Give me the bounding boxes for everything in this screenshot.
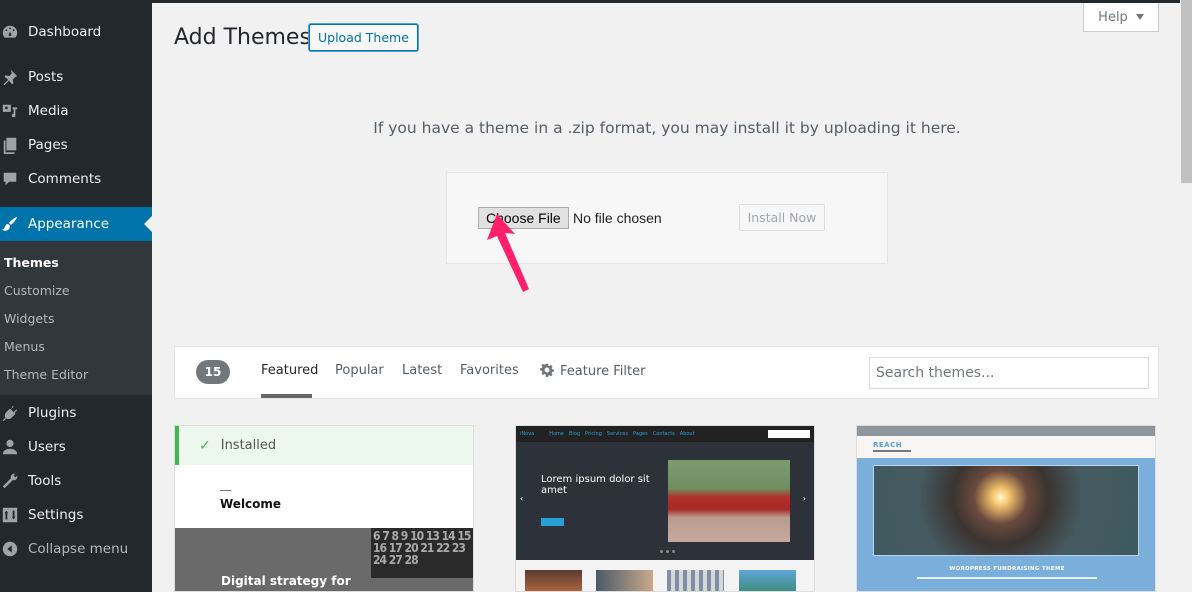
- preview-photo: [873, 465, 1139, 556]
- theme-card[interactable]: ✓ Installed Welcome 6 7 8 9 10 13 14 15 …: [174, 425, 474, 592]
- submenu-item-widgets[interactable]: Widgets: [4, 311, 55, 326]
- theme-filter-bar: 15 Featured Popular Latest Favorites Fea…: [174, 346, 1159, 399]
- upload-description: If you have a theme in a .zip format, yo…: [0, 119, 1192, 137]
- installed-notice: ✓ Installed: [175, 426, 473, 465]
- preview-nav-item: Home: [549, 431, 564, 437]
- preview-logo: REACH: [873, 441, 903, 449]
- tab-latest[interactable]: Latest: [402, 363, 442, 378]
- sidebar-item-comments[interactable]: Comments: [0, 162, 152, 196]
- preview-nav-item: Pages: [633, 431, 648, 437]
- dashboard-icon: [0, 23, 28, 41]
- sidebar-item-label: Settings: [28, 507, 84, 523]
- submenu-item-theme-editor[interactable]: Theme Editor: [4, 367, 88, 382]
- preview-nav-item: Services: [606, 431, 628, 437]
- preview-title: Lorem ipsum dolor sit amet: [541, 474, 650, 496]
- page-title: Add Themes: [174, 25, 311, 50]
- page-scrollbar[interactable]: [1181, 0, 1192, 592]
- paintbrush-icon: [0, 215, 28, 233]
- preview-subtext: [917, 577, 1097, 579]
- settings-icon: [0, 506, 28, 524]
- preview-thumbnail: [596, 570, 653, 591]
- media-icon: [0, 102, 28, 120]
- admin-bar: [0, 0, 1180, 3]
- preview-nav-item: About: [679, 431, 695, 437]
- upload-theme-button[interactable]: Upload Theme: [309, 24, 418, 51]
- submenu-item-themes[interactable]: Themes: [4, 255, 59, 270]
- sidebar-item-tools[interactable]: Tools: [0, 464, 152, 498]
- admin-sidebar: Dashboard Posts Media Pages Comments App…: [0, 0, 152, 592]
- theme-card[interactable]: iNova Home Blog Pricing Services Pages C…: [515, 425, 815, 592]
- sidebar-item-posts[interactable]: Posts: [0, 60, 152, 94]
- preview-thumbnail: [667, 570, 724, 591]
- preview-search-box: [768, 430, 810, 438]
- sidebar-item-label: Pages: [28, 137, 68, 153]
- feature-filter-button[interactable]: Feature Filter: [540, 363, 645, 381]
- tab-featured[interactable]: Featured: [261, 363, 318, 378]
- preview-welcome: Welcome: [220, 497, 282, 511]
- submenu-item-customize[interactable]: Customize: [4, 283, 70, 298]
- help-label: Help: [1098, 9, 1128, 25]
- file-status: No file chosen: [573, 210, 662, 226]
- preview-nav-item: Blog: [568, 431, 581, 437]
- collapse-menu-button[interactable]: Collapse menu: [0, 532, 152, 566]
- preview-thumbnail: [525, 570, 582, 591]
- preview-topbar: [857, 426, 1155, 436]
- sidebar-item-label: Comments: [28, 171, 102, 187]
- install-now-button[interactable]: Install Now: [739, 204, 825, 231]
- preview-divider: [220, 490, 231, 491]
- scrollbar-thumb[interactable]: [1181, 0, 1192, 183]
- theme-card[interactable]: REACH WORDPRESS FUNDRAISING THEME: [856, 425, 1156, 592]
- feature-filter-label: Feature Filter: [560, 364, 646, 379]
- preview-nav-item: Pricing: [585, 431, 602, 437]
- preview-navbar: iNova Home Blog Pricing Services Pages C…: [516, 426, 814, 442]
- plugin-icon: [0, 404, 28, 422]
- user-icon: [0, 438, 28, 456]
- preview-tagline: [873, 450, 911, 452]
- sidebar-item-settings[interactable]: Settings: [0, 498, 152, 532]
- checkmark-icon: ✓: [199, 437, 211, 454]
- collapse-icon: [0, 540, 28, 558]
- search-themes-input[interactable]: [869, 357, 1149, 389]
- preview-logo: iNova: [520, 430, 535, 437]
- sidebar-item-plugins[interactable]: Plugins: [0, 396, 152, 430]
- chevron-left-icon: ‹: [520, 494, 524, 503]
- preview-photo: [668, 460, 790, 542]
- upload-description-text: If you have a theme in a .zip format, yo…: [373, 119, 961, 137]
- sidebar-item-label: Posts: [28, 69, 64, 85]
- sidebar-item-label: Plugins: [28, 405, 77, 421]
- pin-icon: [0, 68, 28, 86]
- preview-nav-item: Contacts: [652, 431, 675, 437]
- appearance-submenu: Themes Customize Widgets Menus Theme Edi…: [0, 241, 152, 395]
- sidebar-item-users[interactable]: Users: [0, 430, 152, 464]
- tab-favorites[interactable]: Favorites: [460, 363, 519, 378]
- sidebar-item-label: Appearance: [28, 216, 110, 232]
- preview-heading: Digital strategy for: [221, 574, 351, 588]
- sidebar-item-label: Users: [28, 439, 66, 455]
- chevron-right-icon: ›: [802, 494, 806, 503]
- preview-calendar: 6 7 8 9 10 13 14 15 16 17 20 21 22 23 24…: [371, 528, 473, 578]
- sidebar-item-label: Tools: [28, 473, 62, 489]
- preview-thumbnail: [739, 570, 796, 591]
- sidebar-item-appearance[interactable]: Appearance: [0, 207, 152, 241]
- gear-icon: [540, 363, 554, 381]
- sidebar-item-dashboard[interactable]: Dashboard: [0, 15, 152, 49]
- submenu-item-menus[interactable]: Menus: [4, 339, 45, 354]
- help-button[interactable]: Help: [1083, 3, 1159, 32]
- theme-count-badge: 15: [196, 360, 230, 384]
- sidebar-item-label: Dashboard: [28, 24, 102, 40]
- preview-heading: WORDPRESS FUNDRAISING THEME: [949, 566, 1065, 572]
- preview-slider-dots: [660, 550, 676, 553]
- installed-label: Installed: [220, 438, 277, 453]
- annotation-arrow-icon: [487, 214, 529, 292]
- active-tab-indicator: [261, 394, 312, 398]
- comment-icon: [0, 170, 28, 188]
- pages-icon: [0, 136, 28, 154]
- tab-popular[interactable]: Popular: [335, 363, 384, 378]
- sidebar-item-label: Media: [28, 103, 69, 119]
- wrench-icon: [0, 472, 28, 490]
- sidebar-item-label: Collapse menu: [28, 541, 129, 557]
- preview-button: [541, 518, 564, 526]
- caret-down-icon: [1135, 14, 1144, 20]
